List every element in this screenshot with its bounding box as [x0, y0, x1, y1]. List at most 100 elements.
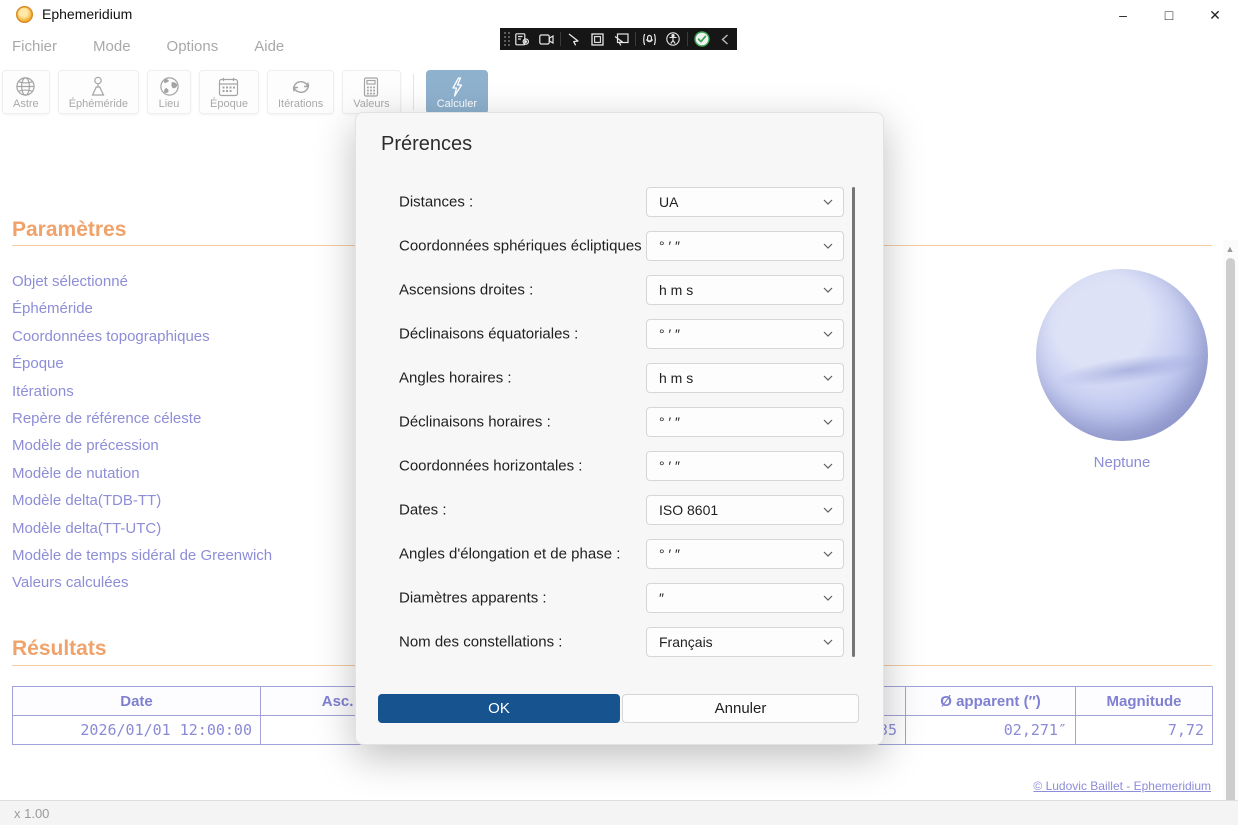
col-header-date: Date	[13, 687, 261, 716]
chevron-down-icon	[823, 285, 833, 295]
results-heading: Résultats	[12, 637, 107, 661]
pref-row-diametres-apparents: Diamètres apparents : ″	[356, 583, 885, 613]
menu-fichier[interactable]: Fichier	[12, 38, 57, 55]
toolbar-button-lieu[interactable]: Lieu	[147, 70, 191, 114]
cancel-button[interactable]: Annuler	[622, 694, 859, 723]
main-scrollbar[interactable]: ▲ ▼	[1223, 240, 1238, 825]
toolbar-button-iterations[interactable]: Itérations	[267, 70, 334, 114]
refresh-icon	[290, 75, 312, 98]
minimize-button[interactable]: –	[1100, 0, 1146, 30]
audio-icon[interactable]	[639, 31, 660, 47]
pref-row-coord-spheriques: Coordonnées sphériques écliptiques : ° ′…	[356, 231, 885, 261]
menu-aide[interactable]: Aide	[254, 38, 284, 55]
link-modele-precession[interactable]: Modèle de précession	[12, 432, 272, 459]
select-value: ″	[659, 590, 664, 606]
link-epoque[interactable]: Époque	[12, 350, 272, 377]
close-button[interactable]: ✕	[1192, 0, 1238, 30]
diametres-apparents-select[interactable]: ″	[646, 583, 844, 613]
cell-magnitude: 7,72	[1076, 716, 1213, 745]
declinaisons-horaires-select[interactable]: ° ′ ″	[646, 407, 844, 437]
toolbar-button-valeurs[interactable]: Valeurs	[342, 70, 400, 114]
pref-row-angles-elongation: Angles d'élongation et de phase : ° ′ ″	[356, 539, 885, 569]
chevron-down-icon	[823, 461, 833, 471]
link-modele-nutation[interactable]: Modèle de nutation	[12, 460, 272, 487]
collapse-icon[interactable]	[714, 31, 735, 47]
coord-spheriques-select[interactable]: ° ′ ″	[646, 231, 844, 261]
neptune-band	[1053, 347, 1205, 394]
pref-label: Angles horaires :	[399, 370, 512, 387]
toolbar-button-astre[interactable]: Astre	[2, 70, 50, 114]
link-ephemeride[interactable]: Éphéméride	[12, 295, 272, 322]
pref-row-angles-horaires: Angles horaires : h m s	[356, 363, 885, 393]
recorder-settings-icon[interactable]	[512, 31, 533, 47]
drag-handle-icon[interactable]	[503, 31, 511, 47]
accessibility-icon[interactable]	[663, 31, 684, 47]
ascensions-droites-select[interactable]: h m s	[646, 275, 844, 305]
chevron-down-icon	[823, 241, 833, 251]
chevron-down-icon	[823, 329, 833, 339]
pref-label: Angles d'élongation et de phase :	[399, 546, 620, 563]
declinaisons-equatoriales-select[interactable]: ° ′ ″	[646, 319, 844, 349]
chevron-down-icon	[823, 593, 833, 603]
select-value: ISO 8601	[659, 502, 718, 518]
select-value: h m s	[659, 282, 693, 298]
angles-horaires-select[interactable]: h m s	[646, 363, 844, 393]
dates-select[interactable]: ISO 8601	[646, 495, 844, 525]
select-value: ° ′ ″	[659, 238, 680, 254]
pref-label: Déclinaisons horaires :	[399, 414, 551, 431]
link-modele-delta-tt-utc[interactable]: Modèle delta(TT-UTC)	[12, 515, 272, 542]
menu-options[interactable]: Options	[167, 38, 219, 55]
pref-label: Nom des constellations :	[399, 634, 562, 651]
maximize-button[interactable]: □	[1146, 0, 1192, 30]
link-modele-delta-tdb-tt[interactable]: Modèle delta(TDB-TT)	[12, 487, 272, 514]
distances-select[interactable]: UA	[646, 187, 844, 217]
toolbar-label: Itérations	[278, 98, 323, 110]
parameters-heading: Paramètres	[12, 218, 126, 242]
col-header-magnitude: Magnitude	[1076, 687, 1213, 716]
pref-label: Coordonnées sphériques écliptiques :	[399, 238, 650, 255]
chevron-down-icon	[823, 373, 833, 383]
link-iterations[interactable]: Itérations	[12, 378, 272, 405]
toolbar-button-epoque[interactable]: Époque	[199, 70, 259, 114]
link-modele-temps-sideral[interactable]: Modèle de temps sidéral de Greenwich	[12, 542, 272, 569]
col-header-diametre-apparent: Ø apparent (″)	[906, 687, 1076, 716]
scrollbar-thumb[interactable]	[1226, 258, 1235, 825]
credit-link[interactable]: © Ludovic Baillet - Ephemeridium	[1033, 779, 1211, 793]
video-camera-icon[interactable]	[535, 31, 556, 47]
link-valeurs-calculees[interactable]: Valeurs calculées	[12, 569, 272, 596]
globe-wireframe-icon	[15, 75, 36, 98]
pref-label: Dates :	[399, 502, 447, 519]
select-value: h m s	[659, 370, 693, 386]
link-coordonnees-topographiques[interactable]: Coordonnées topographiques	[12, 323, 272, 350]
link-repere-reference-celeste[interactable]: Repère de référence céleste	[12, 405, 272, 432]
lightning-icon	[450, 75, 464, 98]
menu-mode[interactable]: Mode	[93, 38, 131, 55]
dialog-scrollbar-thumb[interactable]	[852, 187, 855, 657]
toolbar-label: Lieu	[159, 98, 180, 110]
region-select-icon[interactable]	[587, 31, 608, 47]
confirm-icon[interactable]	[691, 31, 712, 47]
map-pin-icon	[88, 75, 108, 98]
chevron-down-icon	[823, 505, 833, 515]
cursor-icon[interactable]	[564, 31, 585, 47]
zoom-level: x 1.00	[14, 806, 49, 821]
ok-button[interactable]: OK	[378, 694, 620, 723]
coordonnees-horizontales-select[interactable]: ° ′ ″	[646, 451, 844, 481]
pref-label: Ascensions droites :	[399, 282, 533, 299]
window-controls: – □ ✕	[1100, 0, 1238, 30]
nom-constellations-select[interactable]: Français	[646, 627, 844, 657]
toolbar-label: Éphéméride	[69, 98, 128, 110]
angles-elongation-select[interactable]: ° ′ ″	[646, 539, 844, 569]
chevron-down-icon	[823, 197, 833, 207]
select-value: ° ′ ″	[659, 546, 680, 562]
window-select-icon[interactable]	[611, 31, 632, 47]
toolbar-button-ephemeride[interactable]: Éphéméride	[58, 70, 139, 114]
link-objet-selectionne[interactable]: Objet sélectionné	[12, 268, 272, 295]
pref-row-coordonnees-horizontales: Coordonnées horizontales : ° ′ ″	[356, 451, 885, 481]
scroll-up-icon[interactable]: ▲	[1225, 244, 1235, 254]
pref-row-declinaisons-horaires: Déclinaisons horaires : ° ′ ″	[356, 407, 885, 437]
select-value: UA	[659, 194, 678, 210]
toolbar-button-calculer[interactable]: Calculer	[426, 70, 488, 114]
earth-icon	[159, 75, 180, 98]
pref-row-dates: Dates : ISO 8601	[356, 495, 885, 525]
